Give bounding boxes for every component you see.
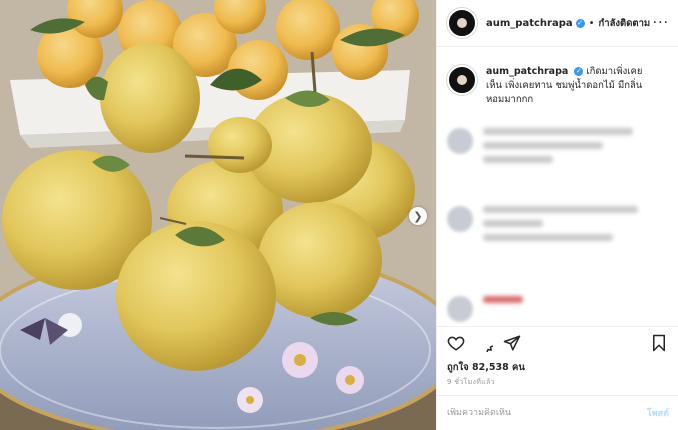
- plate-flower: [246, 396, 254, 404]
- caption-username[interactable]: aum_patchrapa: [486, 66, 568, 77]
- blurred-comment: [447, 206, 638, 248]
- avatar[interactable]: [447, 8, 477, 38]
- chevron-right-icon: ❯: [413, 209, 423, 223]
- post-actions: [447, 334, 669, 354]
- plate-flower: [294, 354, 306, 366]
- comments-list: [437, 118, 678, 323]
- bookmark-icon[interactable]: [651, 334, 667, 352]
- verified-badge-icon: ✓: [575, 18, 585, 28]
- likes-count[interactable]: ถูกใจ 82,538 คน: [447, 360, 525, 375]
- post-timestamp[interactable]: 9 ชั่วโมงที่แล้ว: [447, 377, 495, 388]
- share-icon[interactable]: [503, 334, 521, 352]
- post-header: aum_patchrapa ✓ • กำลังติดตาม ···: [437, 0, 678, 47]
- add-comment-bar: โพสต์: [447, 404, 669, 422]
- fruit: [100, 43, 200, 153]
- plate-flower: [345, 375, 355, 385]
- post-sidebar: aum_patchrapa ✓ • กำลังติดตาม ··· aum_pa…: [436, 0, 678, 430]
- caption-avatar[interactable]: [447, 65, 477, 95]
- caption: aum_patchrapa ✓ เกิดมาเพิ่งเคยเห็น เพิ่ง…: [437, 47, 678, 107]
- post-comment-button[interactable]: โพสต์: [647, 406, 669, 420]
- next-photo-button[interactable]: ❯: [409, 207, 427, 225]
- separator-dot: •: [588, 17, 595, 29]
- divider: [437, 395, 678, 396]
- fruit: [208, 117, 272, 173]
- comment-input[interactable]: [447, 408, 627, 418]
- heart-icon[interactable]: [447, 334, 465, 352]
- post-photo[interactable]: ❯: [0, 0, 436, 430]
- header-username[interactable]: aum_patchrapa: [486, 18, 573, 29]
- divider: [437, 326, 678, 327]
- fruit: [258, 202, 382, 318]
- blurred-comment: [447, 128, 633, 170]
- more-options-icon[interactable]: ···: [653, 15, 669, 31]
- comment-icon[interactable]: [475, 334, 493, 352]
- fruit-photo-illustration: [0, 0, 436, 430]
- blurred-comment: [447, 296, 523, 322]
- caption-text-block: aum_patchrapa ✓ เกิดมาเพิ่งเคยเห็น เพิ่ง…: [486, 65, 656, 107]
- verified-badge-icon: ✓: [574, 67, 584, 76]
- following-button[interactable]: กำลังติดตาม: [599, 16, 651, 31]
